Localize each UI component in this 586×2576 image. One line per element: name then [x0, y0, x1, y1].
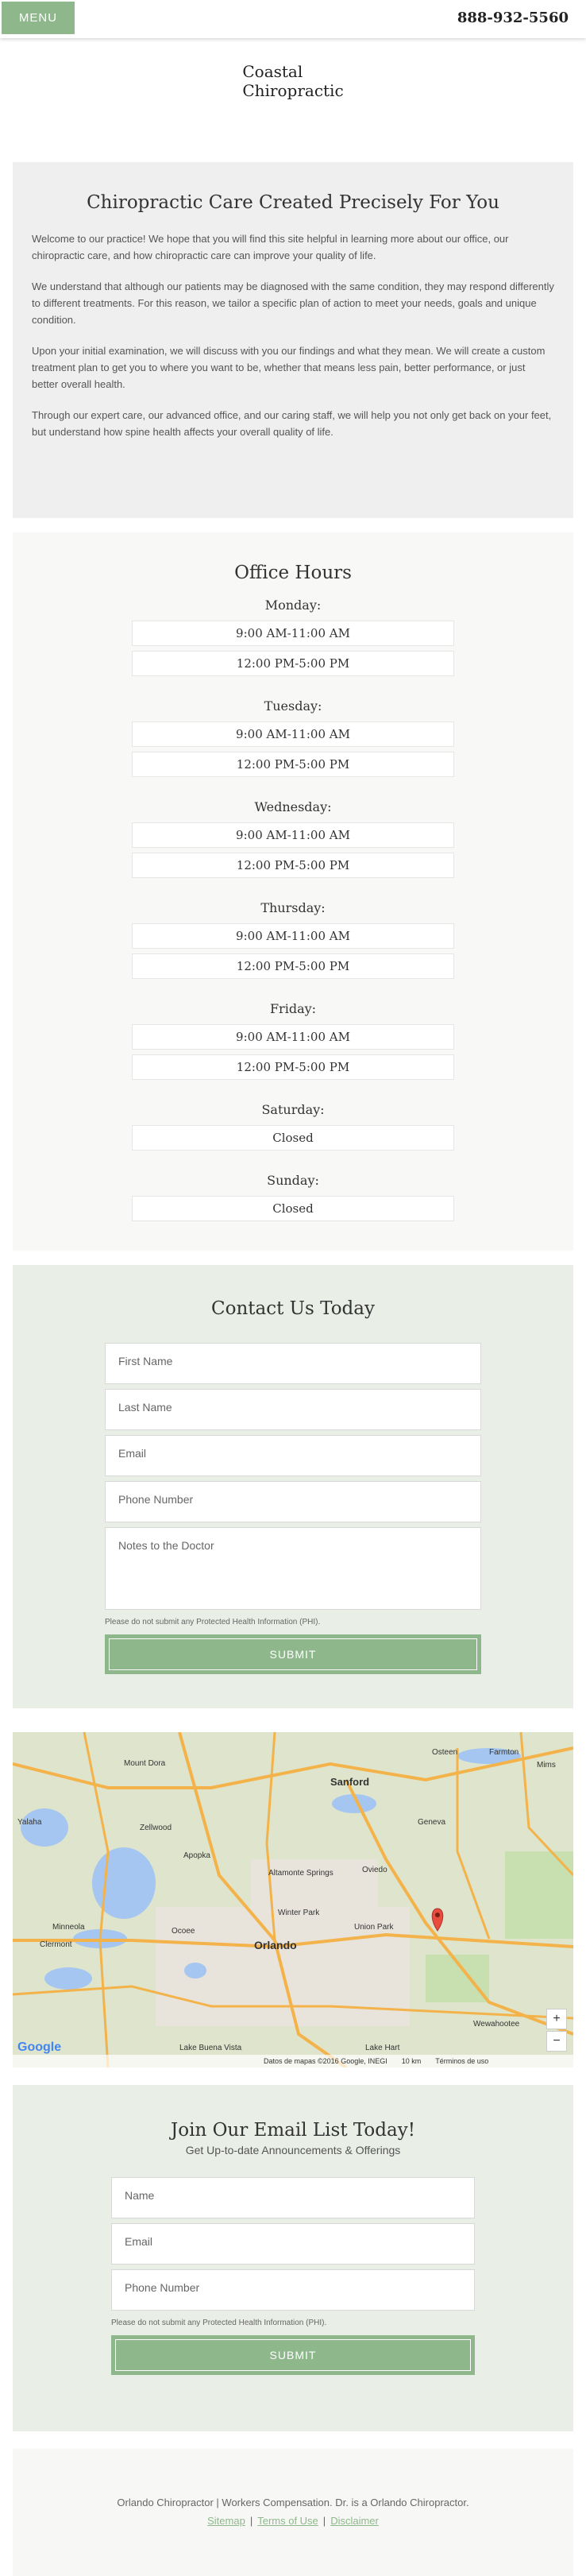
email-field[interactable]: Email — [111, 2223, 475, 2265]
welcome-paragraph: We understand that although our patients… — [32, 280, 554, 326]
map-attribution: Datos de mapas ©2016 Google, INEGI — [264, 2057, 387, 2065]
day-label: Saturday: — [261, 1102, 325, 1117]
phone-number[interactable]: 888-932-5560 — [457, 10, 569, 26]
day-sunday: Sunday: Closed — [13, 1173, 573, 1221]
name-field[interactable]: Name — [111, 2177, 475, 2218]
welcome-paragraph: Upon your initial examination, we will d… — [32, 345, 546, 390]
time-slot: 12:00 PM-5:00 PM — [132, 651, 454, 676]
contact-section: Contact Us Today First Name Last Name Em… — [13, 1265, 573, 1708]
zoom-in-button[interactable]: + — [546, 2009, 567, 2029]
disclaimer-link[interactable]: Disclaimer — [330, 2515, 379, 2527]
time-slot: 12:00 PM-5:00 PM — [132, 752, 454, 777]
time-slot: 12:00 PM-5:00 PM — [132, 953, 454, 979]
phone-field[interactable]: Phone Number — [105, 1481, 481, 1522]
office-hours-section: Office Hours Monday: 9:00 AM-11:00 AM 12… — [13, 532, 573, 1251]
top-bar: MENU 888-932-5560 — [0, 0, 586, 38]
time-slot: 12:00 PM-5:00 PM — [132, 1054, 454, 1080]
map-label: Apopka — [183, 1851, 210, 1860]
phone-field[interactable]: Phone Number — [111, 2269, 475, 2311]
zoom-out-button[interactable]: − — [546, 2031, 567, 2052]
map-label: Oviedo — [362, 1866, 387, 1874]
day-saturday: Saturday: Closed — [13, 1102, 573, 1151]
newsletter-section: Join Our Email List Today! Get Up-to-dat… — [13, 2085, 573, 2431]
map-label: Geneva — [418, 1818, 446, 1827]
google-logo[interactable]: Google — [17, 2040, 61, 2055]
day-label: Wednesday: — [254, 799, 332, 814]
map-label: Mims — [537, 1761, 556, 1770]
footer-separator: | — [249, 2515, 253, 2527]
map-label: Clermont — [40, 1940, 72, 1949]
sitemap-link[interactable]: Sitemap — [207, 2515, 245, 2527]
newsletter-subtitle: Get Up-to-date Announcements & Offerings — [185, 2144, 401, 2156]
time-slot: 9:00 AM-11:00 AM — [132, 1024, 454, 1050]
terms-link[interactable]: Terms of Use — [257, 2515, 318, 2527]
day-wednesday: Wednesday: 9:00 AM-11:00 AM 12:00 PM-5:0… — [13, 799, 573, 878]
day-label: Tuesday: — [264, 698, 322, 714]
map-terms-link[interactable]: Términos de uso — [435, 2057, 488, 2065]
email-field[interactable]: Email — [105, 1435, 481, 1476]
logo[interactable]: Coastal Chiropractic — [0, 38, 586, 124]
map-label: Ocoee — [172, 1927, 195, 1936]
time-slot: Closed — [132, 1125, 454, 1151]
footer: Orlando Chiropractor | Workers Compensat… — [13, 2449, 573, 2576]
map-label: Minneola — [52, 1923, 85, 1932]
map-label: Osteen — [432, 1748, 458, 1757]
welcome-title: Chiropractic Care Created Precisely For … — [87, 192, 499, 213]
footer-text: Orlando Chiropractor | Workers Compensat… — [117, 2497, 469, 2508]
contact-form: First Name Last Name Email Phone Number … — [105, 1343, 481, 1674]
first-name-field[interactable]: First Name — [105, 1343, 481, 1384]
welcome-section: Chiropractic Care Created Precisely For … — [13, 162, 573, 518]
last-name-field[interactable]: Last Name — [105, 1389, 481, 1430]
map-label: Zellwood — [140, 1824, 172, 1832]
map-attribution-bar: Datos de mapas ©2016 Google, INEGI 10 km… — [13, 2055, 573, 2067]
map-label: Sanford — [330, 1776, 370, 1788]
time-slot: 9:00 AM-11:00 AM — [132, 621, 454, 646]
map-label: Altamonte Springs — [268, 1869, 333, 1878]
time-slot: 12:00 PM-5:00 PM — [132, 853, 454, 878]
day-label: Friday: — [269, 1001, 317, 1016]
map-label: Union Park — [354, 1923, 394, 1932]
day-tuesday: Tuesday: 9:00 AM-11:00 AM 12:00 PM-5:00 … — [13, 698, 573, 777]
day-friday: Friday: 9:00 AM-11:00 AM 12:00 PM-5:00 P… — [13, 1001, 573, 1080]
time-slot: Closed — [132, 1196, 454, 1221]
day-label: Monday: — [264, 598, 322, 613]
day-thursday: Thursday: 9:00 AM-11:00 AM 12:00 PM-5:00… — [13, 900, 573, 979]
footer-links: Sitemap | Terms of Use | Disclaimer — [13, 2515, 573, 2527]
newsletter-form: Name Email Phone Number Please do not su… — [111, 2177, 475, 2375]
contact-title: Contact Us Today — [211, 1298, 375, 1319]
map-label: Orlando — [254, 1939, 297, 1951]
welcome-paragraph: Through our expert care, our advanced of… — [32, 409, 552, 438]
map-label: Farmton — [489, 1748, 519, 1757]
contact-submit-button[interactable]: SUBMIT — [105, 1634, 481, 1674]
notes-field[interactable]: Notes to the Doctor — [105, 1527, 481, 1610]
day-label: Thursday: — [260, 900, 326, 915]
map-label: Mount Dora — [124, 1759, 166, 1768]
map-label: Lake Buena Vista — [179, 2044, 242, 2052]
logo-line-2: Chiropractic — [242, 81, 344, 100]
phi-note: Please do not submit any Protected Healt… — [105, 1618, 321, 1626]
menu-button[interactable]: MENU — [0, 0, 76, 36]
map-label: Yalaha — [17, 1818, 42, 1827]
phi-note: Please do not submit any Protected Healt… — [111, 2319, 327, 2327]
newsletter-title: Join Our Email List Today! — [171, 2120, 415, 2141]
day-label: Sunday: — [267, 1173, 319, 1188]
day-monday: Monday: 9:00 AM-11:00 AM 12:00 PM-5:00 P… — [13, 598, 573, 676]
logo-line-1: Coastal — [242, 62, 303, 81]
newsletter-submit-button[interactable]: SUBMIT — [111, 2335, 475, 2375]
map-scale: 10 km — [401, 2057, 422, 2065]
time-slot: 9:00 AM-11:00 AM — [132, 721, 454, 747]
time-slot: 9:00 AM-11:00 AM — [132, 822, 454, 848]
map-label: Lake Hart — [365, 2044, 400, 2052]
footer-separator: | — [322, 2515, 326, 2527]
map[interactable]: Sanford Orlando Apopka Winter Park Ovied… — [13, 1732, 573, 2067]
map-canvas — [13, 1732, 573, 2067]
map-label: Wewahootee — [473, 2020, 520, 2029]
map-label: Winter Park — [278, 1909, 320, 1917]
office-hours-title: Office Hours — [234, 563, 352, 583]
welcome-paragraph: Welcome to our practice! We hope that yo… — [32, 233, 509, 261]
time-slot: 9:00 AM-11:00 AM — [132, 923, 454, 949]
